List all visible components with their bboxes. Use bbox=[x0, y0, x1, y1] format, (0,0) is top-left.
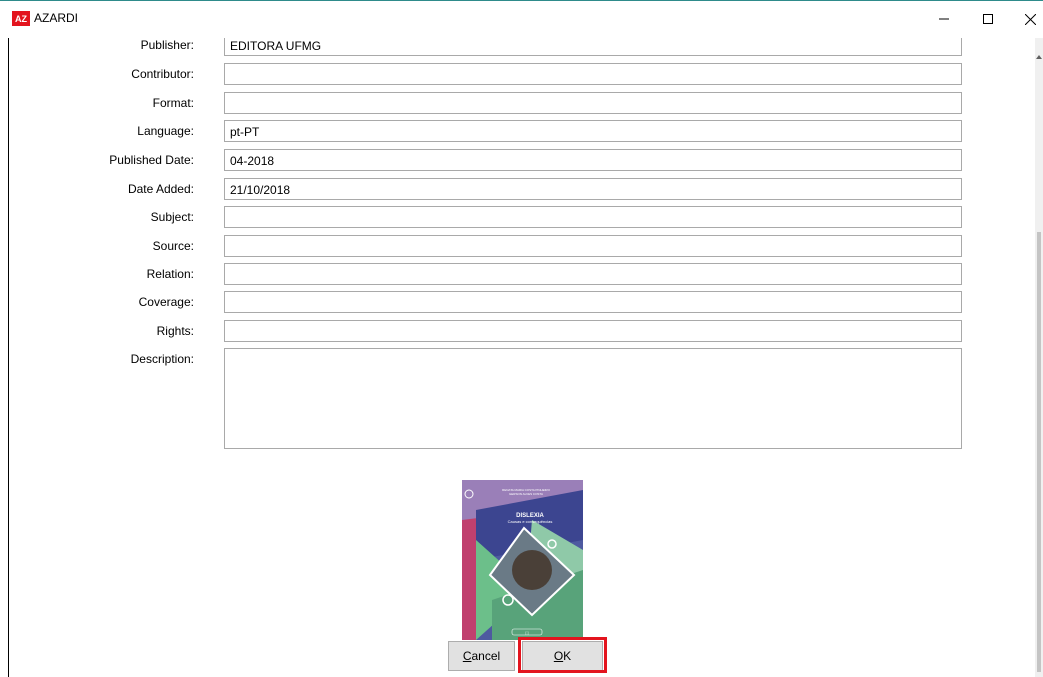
title-bar: AZ AZARDI bbox=[0, 0, 1043, 38]
form-row-description: Description: bbox=[9, 348, 1034, 450]
form-row-rights: Rights: bbox=[9, 320, 1034, 344]
format-field[interactable] bbox=[224, 92, 962, 114]
rights-label: Rights: bbox=[156, 324, 194, 338]
coverage-field[interactable] bbox=[224, 291, 962, 313]
language-field[interactable]: pt-PT bbox=[224, 120, 962, 142]
cancel-button-label: Cancel bbox=[462, 649, 501, 663]
maximize-icon bbox=[983, 14, 993, 24]
cover-authors-line2: GERSON ALVES COSTA bbox=[509, 492, 543, 496]
relation-field[interactable] bbox=[224, 263, 962, 285]
minimize-icon bbox=[939, 18, 949, 20]
subject-field[interactable] bbox=[224, 206, 962, 228]
window-title: AZARDI bbox=[34, 11, 79, 25]
form-row-relation: Relation: bbox=[9, 263, 1034, 287]
maximize-button[interactable] bbox=[968, 1, 1008, 37]
publisher-label: Publisher: bbox=[140, 38, 194, 52]
form-row-subject: Subject: bbox=[9, 206, 1034, 230]
form-row-date-added: Date Added: 21/10/2018 bbox=[9, 178, 1034, 202]
source-field[interactable] bbox=[224, 235, 962, 257]
form-row-contributor: Contributor: bbox=[9, 63, 1034, 87]
format-label: Format: bbox=[152, 96, 194, 110]
scroll-up-arrow-icon[interactable] bbox=[1036, 54, 1042, 60]
form-row-publisher: Publisher: EDITORA UFMG bbox=[9, 38, 1034, 58]
date-added-field[interactable]: 21/10/2018 bbox=[224, 178, 962, 200]
relation-label: Relation: bbox=[146, 267, 194, 281]
cancel-button[interactable]: Cancel bbox=[448, 641, 515, 671]
coverage-label: Coverage: bbox=[138, 295, 194, 309]
cover-subtitle: Causas e consequências bbox=[508, 519, 553, 524]
subject-label: Subject: bbox=[150, 210, 194, 224]
close-icon bbox=[1024, 13, 1036, 25]
published-date-label: Published Date: bbox=[109, 153, 194, 167]
logo-text: AZ bbox=[15, 14, 27, 24]
date-added-label: Date Added: bbox=[127, 182, 194, 196]
contributor-label: Contributor: bbox=[131, 67, 194, 81]
form-row-language: Language: pt-PT bbox=[9, 120, 1034, 144]
cover-footer: [ ] bbox=[526, 631, 529, 635]
form-row-published-date: Published Date: 04-2018 bbox=[9, 149, 1034, 173]
form-row-source: Source: bbox=[9, 235, 1034, 259]
scrollbar-thumb[interactable] bbox=[1037, 232, 1041, 672]
description-textarea[interactable] bbox=[224, 348, 962, 449]
form-row-coverage: Coverage: bbox=[9, 291, 1034, 315]
close-button[interactable] bbox=[1010, 1, 1043, 37]
language-label: Language: bbox=[137, 124, 194, 138]
app-logo-icon: AZ bbox=[12, 11, 30, 26]
source-label: Source: bbox=[152, 239, 194, 253]
description-label: Description: bbox=[130, 352, 194, 366]
published-date-field[interactable]: 04-2018 bbox=[224, 149, 962, 171]
ok-button-highlight bbox=[518, 637, 607, 673]
contributor-field[interactable] bbox=[224, 63, 962, 85]
publisher-field[interactable]: EDITORA UFMG bbox=[224, 38, 962, 56]
book-cover-image: RENATA MARIA COSTA PINHEIRO GERSON ALVES… bbox=[462, 480, 583, 640]
rights-field[interactable] bbox=[224, 320, 962, 342]
form-row-format: Format: bbox=[9, 92, 1034, 116]
minimize-button[interactable] bbox=[924, 1, 964, 37]
